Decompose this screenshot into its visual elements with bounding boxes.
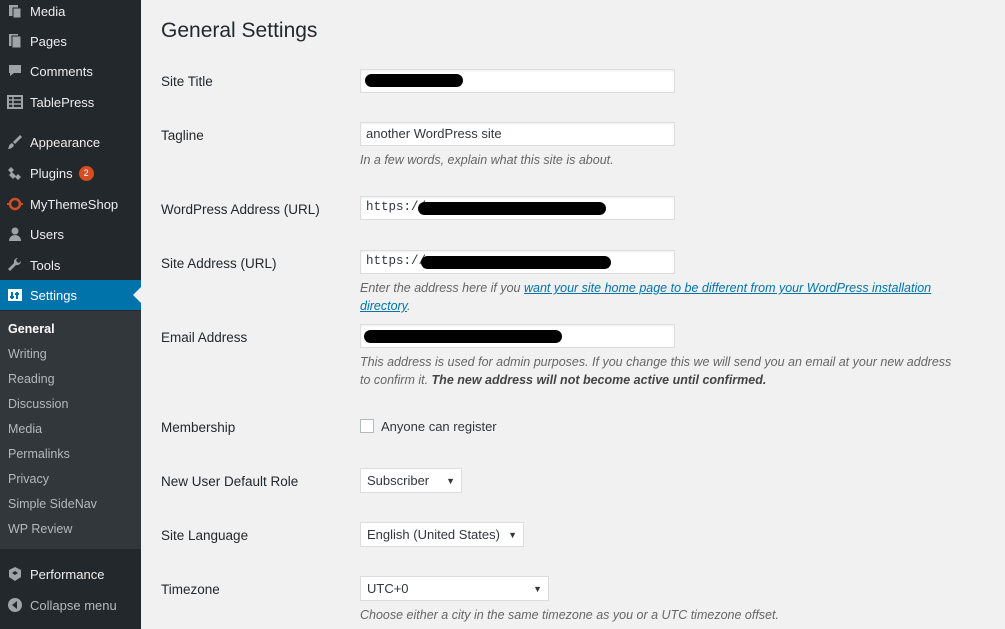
redacted-value <box>421 256 611 269</box>
submenu-item-writing[interactable]: Writing <box>8 347 47 361</box>
media-icon <box>0 3 30 19</box>
sidebar-item-mythemeshop[interactable]: MyThemeShop <box>0 189 141 219</box>
default-role-label: New User Default Role <box>161 474 299 489</box>
sidebar-item-pages[interactable]: Pages <box>0 26 141 56</box>
redacted-value <box>365 74 463 87</box>
sidebar-item-label: Collapse menu <box>30 597 117 613</box>
update-count-badge: 2 <box>78 165 94 181</box>
sidebar-item-tools[interactable]: Tools <box>0 250 141 280</box>
sidebar-item-comments[interactable]: Comments <box>0 56 141 86</box>
collapse-menu-button[interactable]: Collapse menu <box>0 590 141 620</box>
timezone-select[interactable]: UTC+0 ▼ <box>360 576 549 601</box>
dropdown-arrow-icon: ▼ <box>508 529 517 540</box>
email-label: Email Address <box>161 330 248 345</box>
settings-main: General Settings Site Title Tagline anot… <box>141 0 1005 629</box>
mythemeshop-icon <box>0 196 30 212</box>
submenu-item-simple-sidenav[interactable]: Simple SideNav <box>8 497 97 511</box>
collapse-icon <box>0 597 30 613</box>
site-address-label: Site Address (URL) <box>161 256 277 271</box>
submenu-item-general[interactable]: General <box>8 322 55 336</box>
sidebar-item-settings[interactable]: Settings <box>0 280 141 310</box>
sidebar-item-label: Media <box>30 3 66 19</box>
tagline-input[interactable]: another WordPress site <box>360 122 675 146</box>
anyone-can-register-checkbox[interactable] <box>360 419 374 433</box>
site-title-input[interactable] <box>360 69 675 93</box>
sidebar-item-plugins[interactable]: Plugins 2 <box>0 158 141 188</box>
sidebar-item-label: Users <box>30 226 64 242</box>
submenu-item-discussion[interactable]: Discussion <box>8 397 68 411</box>
select-value: English (United States) <box>367 527 500 542</box>
timezone-label: Timezone <box>161 582 220 597</box>
submenu-item-permalinks[interactable]: Permalinks <box>8 447 70 461</box>
select-value: Subscriber <box>367 473 430 488</box>
performance-icon <box>0 566 30 582</box>
wp-address-label: WordPress Address (URL) <box>161 202 320 217</box>
users-icon <box>0 226 30 242</box>
sidebar-item-appearance[interactable]: Appearance <box>0 127 141 157</box>
redacted-value <box>418 202 606 215</box>
sidebar-item-label: Appearance <box>30 134 101 150</box>
submenu-item-reading[interactable]: Reading <box>8 372 55 386</box>
submenu-item-wp-review[interactable]: WP Review <box>8 522 72 536</box>
wrench-icon <box>0 257 30 273</box>
plugin-icon <box>0 165 30 181</box>
site-language-select[interactable]: English (United States) ▼ <box>360 522 524 547</box>
anyone-can-register-label[interactable]: Anyone can register <box>381 419 497 434</box>
default-role-select[interactable]: Subscriber ▼ <box>360 468 462 493</box>
wp-address-input[interactable]: https:// <box>360 196 675 220</box>
sidebar-item-label: MyThemeShop <box>30 196 119 212</box>
site-language-label: Site Language <box>161 528 249 543</box>
sidebar-item-label: Settings <box>30 287 77 303</box>
dropdown-arrow-icon: ▼ <box>533 583 542 594</box>
sidebar-item-performance[interactable]: Performance <box>0 559 141 589</box>
sidebar-item-label: Performance <box>30 566 105 582</box>
sidebar-item-label: Plugins <box>30 165 73 181</box>
site-title-label: Site Title <box>161 74 213 89</box>
table-icon <box>0 94 30 110</box>
sidebar-item-tablepress[interactable]: TablePress <box>0 87 141 117</box>
desc-text: Enter the address here if you <box>360 281 524 295</box>
timezone-description: Choose either a city in the same timezon… <box>360 608 779 622</box>
settings-submenu: General Writing Reading Discussion Media… <box>0 311 141 549</box>
page-title: General Settings <box>161 19 318 42</box>
membership-label: Membership <box>161 420 236 435</box>
sidebar-item-media[interactable]: Media <box>0 0 141 26</box>
desc-bold-text: The new address will not become active u… <box>431 373 767 387</box>
sidebar-item-label: Comments <box>30 63 93 79</box>
tagline-label: Tagline <box>161 128 204 143</box>
submenu-item-privacy[interactable]: Privacy <box>8 472 49 486</box>
dropdown-arrow-icon: ▼ <box>446 475 455 486</box>
sidebar-item-users[interactable]: Users <box>0 219 141 249</box>
site-address-input[interactable]: https:// <box>360 250 675 274</box>
desc-text: . <box>407 299 411 313</box>
settings-icon <box>0 287 30 303</box>
sidebar-item-label: Pages <box>30 33 67 49</box>
paintbrush-icon <box>0 134 30 150</box>
sidebar-item-label: TablePress <box>30 94 95 110</box>
redacted-value <box>364 330 562 343</box>
select-value: UTC+0 <box>367 581 409 596</box>
url-prefix: https:// <box>366 200 427 214</box>
comments-icon <box>0 63 30 79</box>
email-description: This address is used for admin purposes.… <box>360 353 960 389</box>
pages-icon <box>0 33 30 49</box>
admin-sidebar: Media Pages Comments TablePress Appearan… <box>0 0 141 629</box>
submenu-item-media[interactable]: Media <box>8 422 42 436</box>
site-address-description: Enter the address here if you want your … <box>360 279 970 315</box>
sidebar-item-label: Tools <box>30 257 61 273</box>
email-input[interactable] <box>360 324 675 348</box>
tagline-description: In a few words, explain what this site i… <box>360 153 614 167</box>
url-prefix: https:// <box>366 254 427 268</box>
